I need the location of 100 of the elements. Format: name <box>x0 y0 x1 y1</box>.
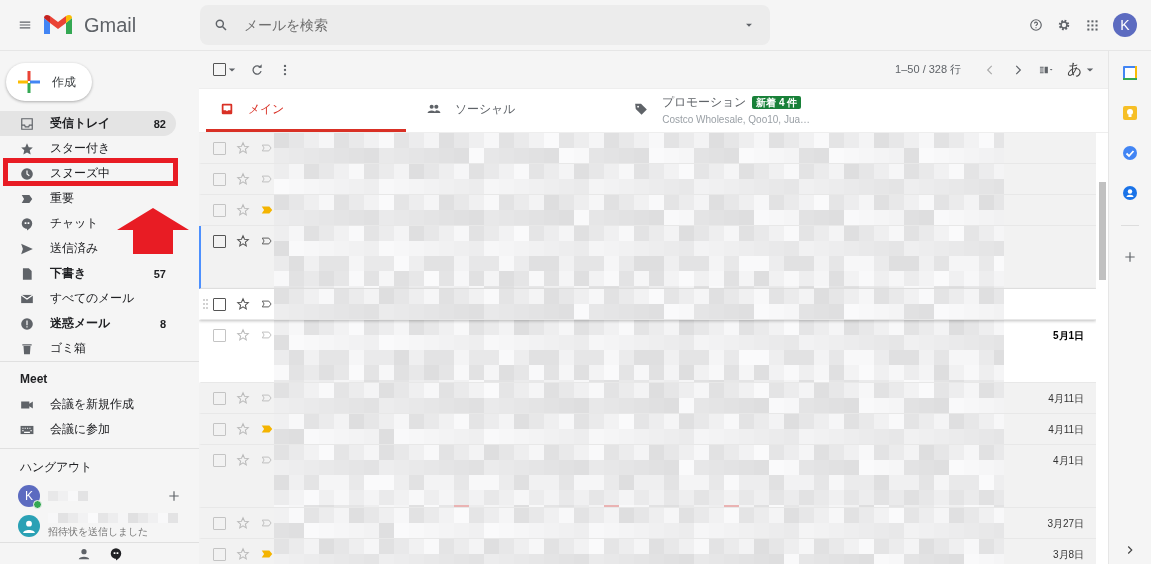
apps-grid-icon[interactable] <box>1085 18 1099 32</box>
caret-icon[interactable] <box>1086 65 1095 74</box>
contact-avatar[interactable] <box>18 515 40 537</box>
star-icon[interactable] <box>236 453 251 467</box>
sidebar-item[interactable]: 迷惑メール 8 <box>0 311 176 336</box>
sidebar-item[interactable]: スター付き <box>0 136 176 161</box>
row-checkbox[interactable] <box>213 391 227 405</box>
star-icon[interactable] <box>236 547 251 561</box>
lightbulb-icon[interactable] <box>1122 105 1139 121</box>
section-title: ハングアウト <box>19 459 93 476</box>
star-icon[interactable] <box>236 141 251 155</box>
compose-button[interactable]: 作成 <box>6 63 92 101</box>
email-row[interactable]: 4月1日 <box>199 445 1097 508</box>
app-title: Gmail <box>84 13 137 37</box>
refresh-icon[interactable] <box>250 62 265 77</box>
clock-icon <box>20 166 34 181</box>
tag-icon <box>634 102 649 116</box>
star-icon[interactable] <box>236 172 251 186</box>
row-checkbox[interactable] <box>213 141 227 155</box>
star-icon[interactable] <box>236 297 251 311</box>
person-icon[interactable] <box>76 547 91 561</box>
sidebar-item[interactable]: スヌーズ中 <box>0 161 176 186</box>
email-row[interactable]: 5月1日 <box>199 320 1097 383</box>
sidebar-item[interactable]: 受信トレイ 82 <box>0 111 176 136</box>
search-field[interactable]: メールを検索 <box>242 16 728 34</box>
inbox-icon <box>220 102 235 116</box>
envelope-icon <box>20 291 34 306</box>
star-icon[interactable] <box>236 391 251 405</box>
send-icon <box>20 241 34 256</box>
row-checkbox[interactable] <box>213 234 227 248</box>
email-row[interactable]: 3月8日 <box>199 539 1097 564</box>
star-icon[interactable] <box>236 234 251 248</box>
chat-bubble-icon[interactable] <box>108 547 123 561</box>
email-row[interactable]: 4月11日 <box>199 414 1097 445</box>
row-checkbox[interactable] <box>213 297 227 311</box>
star-icon[interactable] <box>236 516 251 530</box>
trash-icon <box>20 341 34 356</box>
star-icon[interactable] <box>236 203 251 217</box>
people-icon <box>427 102 442 116</box>
email-row[interactable]: 3月27日 <box>199 508 1097 539</box>
checkmark-icon[interactable] <box>1122 145 1139 161</box>
email-row[interactable] <box>199 133 1097 164</box>
email-row[interactable] <box>199 195 1097 226</box>
search-bar[interactable]: メールを検索 <box>200 5 770 45</box>
email-date: 4月11日 <box>1047 392 1086 406</box>
plus-icon <box>18 71 40 93</box>
select-checkbox[interactable] <box>213 63 227 76</box>
pagination-range: 1–50 / 328 行 <box>895 62 962 77</box>
email-date: 3月27日 <box>1046 517 1086 531</box>
settings-icon[interactable] <box>1057 18 1071 32</box>
search-icon <box>214 18 228 32</box>
sidebar-item[interactable]: 会議を新規作成 <box>0 392 176 417</box>
sidebar-item[interactable]: チャット <box>0 211 176 236</box>
add-icon[interactable] <box>1123 250 1138 264</box>
importance-marker-icon[interactable] <box>260 297 275 311</box>
drag-handle-icon[interactable] <box>203 298 209 310</box>
sidebar-item[interactable]: 会議に参加 <box>0 417 176 442</box>
exclamation-icon <box>20 316 34 331</box>
row-checkbox[interactable] <box>213 547 227 561</box>
caret-icon[interactable] <box>228 65 237 74</box>
contact-status: 招待状を送信しました <box>48 525 149 539</box>
importance-marker-icon[interactable] <box>260 172 275 186</box>
row-checkbox[interactable] <box>213 203 227 217</box>
row-checkbox[interactable] <box>213 328 227 342</box>
email-date: 3月8日 <box>1052 548 1086 562</box>
row-checkbox[interactable] <box>213 453 227 467</box>
sidebar-item[interactable]: 下書き 57 <box>0 261 176 286</box>
importance-marker-icon[interactable] <box>260 453 275 467</box>
input-tool-button[interactable]: あ <box>1067 60 1083 79</box>
add-icon[interactable] <box>167 489 182 503</box>
sidebar-item[interactable]: 送信済み <box>0 236 176 261</box>
chat-bubble-icon <box>20 216 34 231</box>
email-row[interactable] <box>199 164 1097 195</box>
importance-marker-icon[interactable] <box>260 391 275 405</box>
calendar-icon[interactable] <box>1122 65 1139 81</box>
help-icon[interactable] <box>1029 18 1043 32</box>
scrollbar-thumb[interactable] <box>1099 182 1107 280</box>
star-icon[interactable] <box>236 422 251 436</box>
email-date: 5月1日 <box>1052 329 1086 343</box>
star-icon <box>20 141 34 156</box>
inbox-icon <box>20 116 34 131</box>
sidebar-item[interactable]: 重要 <box>0 186 176 211</box>
account-avatar[interactable]: K <box>1113 13 1137 37</box>
importance-marker-icon[interactable] <box>260 141 275 155</box>
envelope-logo-icon[interactable] <box>44 14 72 36</box>
email-date: 4月1日 <box>1052 454 1086 468</box>
row-checkbox[interactable] <box>213 172 227 186</box>
contact-avatar[interactable]: K <box>18 485 40 507</box>
up-arrow <box>117 208 189 254</box>
contact-icon[interactable] <box>1122 185 1139 201</box>
row-checkbox[interactable] <box>213 516 227 530</box>
star-icon[interactable] <box>236 328 251 342</box>
sidebar-item[interactable]: すべてのメール <box>0 286 176 311</box>
email-date: 4月11日 <box>1047 423 1086 437</box>
row-checkbox[interactable] <box>213 422 227 436</box>
importance-marker-icon[interactable] <box>260 516 275 530</box>
importance-marker-icon[interactable] <box>260 234 275 248</box>
importance-marker-icon[interactable] <box>260 328 275 342</box>
sidebar-item[interactable]: ゴミ箱 <box>0 336 176 361</box>
email-row[interactable]: 4月11日 <box>199 383 1097 414</box>
